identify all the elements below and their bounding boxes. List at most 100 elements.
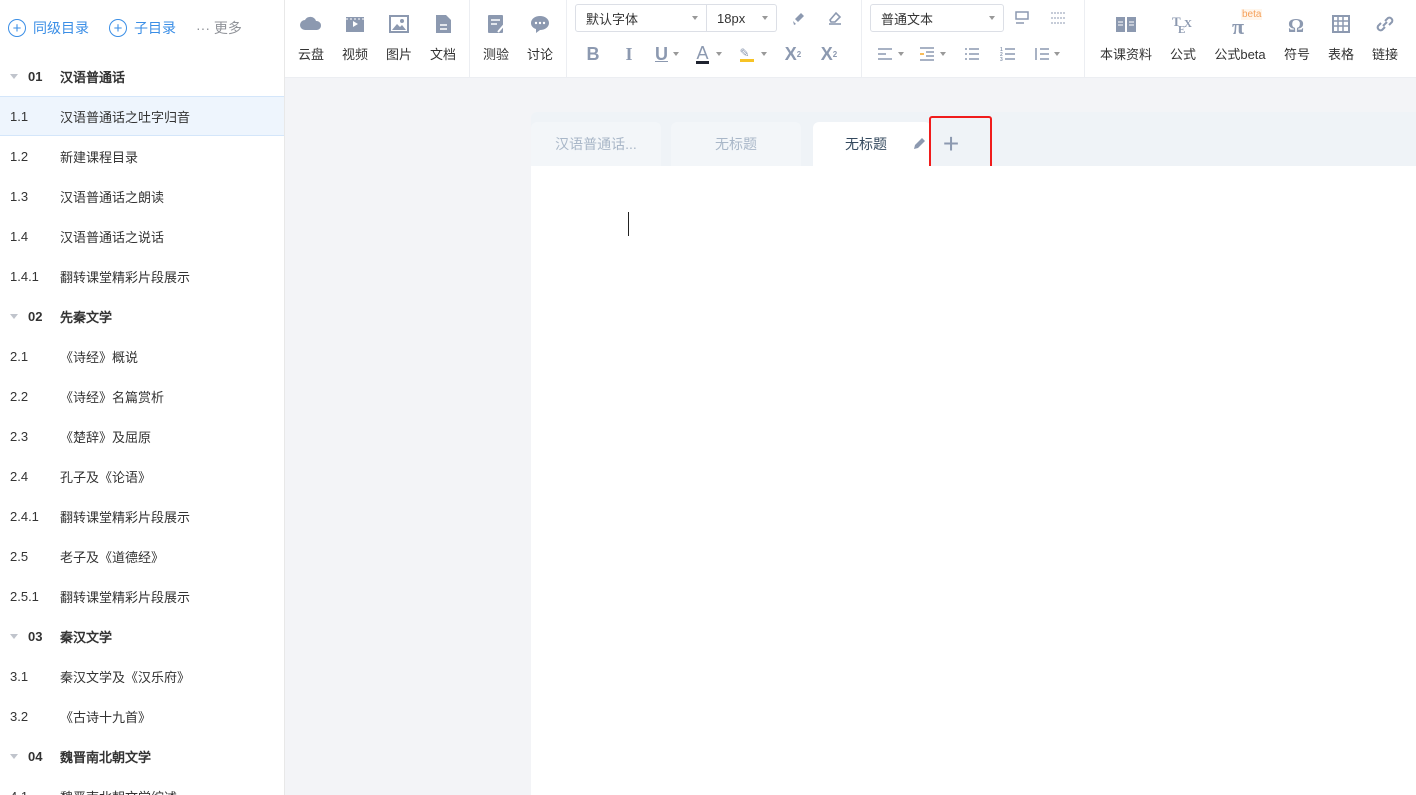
superscript-icon[interactable]: X2 <box>811 42 847 66</box>
page-tab[interactable]: 汉语普通话... <box>531 122 661 166</box>
item-title: 新建课程目录 <box>60 149 139 165</box>
catalog-item[interactable]: 2.4 孔子及《论语》 <box>0 456 284 496</box>
tab-label: 汉语普通话... <box>555 136 637 152</box>
svg-text:Ω: Ω <box>1288 15 1304 36</box>
catalog-item[interactable]: 4.1 魏晋南北朝文学综述 <box>0 776 284 795</box>
book-icon <box>1116 17 1136 32</box>
item-title: 孔子及《论语》 <box>60 469 152 485</box>
item-number: 2.4 <box>0 469 60 484</box>
catalog-item[interactable]: 3.2 《古诗十九首》 <box>0 696 284 736</box>
catalog-item[interactable]: 1.4 汉语普通话之说话 <box>0 216 284 256</box>
item-number-text: 1.3 <box>10 188 29 204</box>
item-title: 翻转课堂精彩片段展示 <box>60 589 191 605</box>
subscript-icon[interactable]: X2 <box>775 42 811 66</box>
sidebar: + 同级目录 + 子目录 ··· 更多 01 汉语普通话 1.1 汉语普通话之吐字归音 1.… <box>0 0 285 795</box>
catalog-item[interactable]: 2.1 《诗经》概说 <box>0 336 284 376</box>
format-painter-icon[interactable] <box>781 6 817 30</box>
indent-icon[interactable] <box>910 42 954 66</box>
document-icon <box>436 15 451 33</box>
collapse-triangle-icon[interactable] <box>10 633 18 639</box>
pencil-icon[interactable] <box>911 136 927 152</box>
pi-button[interactable]: π 公式beta beta <box>1205 0 1275 77</box>
link-button[interactable]: 链接 <box>1363 0 1407 77</box>
omega-icon: Ω <box>1288 15 1304 36</box>
font-family-select[interactable]: 默认字体 <box>575 4 707 32</box>
editor-area: 汉语普通话... 无标题 无标题 + <box>531 112 1416 795</box>
item-title: 汉语普通话之朗读 <box>60 189 165 205</box>
align-icon[interactable] <box>870 42 910 66</box>
numbered-list-icon[interactable]: 123 <box>990 42 1026 66</box>
svg-text:3: 3 <box>1000 57 1003 63</box>
item-title: 翻转课堂精彩片段展示 <box>60 269 191 285</box>
add-child-button[interactable]: + 子目录 <box>109 18 176 38</box>
catalog-item[interactable]: 1.3 汉语普通话之朗读 <box>0 176 284 216</box>
catalog-item[interactable]: 2.3 《楚辞》及屈原 <box>0 416 284 456</box>
chapter-item[interactable]: 03 秦汉文学 <box>0 616 284 656</box>
caret-down-icon <box>1054 52 1060 56</box>
item-title: 《楚辞》及屈原 <box>60 429 152 445</box>
catalog-item[interactable]: 1.4.1 翻转课堂精彩片段展示 <box>0 256 284 296</box>
catalog-item[interactable]: 2.5.1 翻转课堂精彩片段展示 <box>0 576 284 616</box>
line-height-icon[interactable] <box>1026 42 1066 66</box>
page-tab[interactable]: 无标题 <box>671 122 801 166</box>
bullet-list-icon[interactable] <box>954 42 990 66</box>
block-quote-icon[interactable] <box>1004 6 1040 30</box>
table-button[interactable]: 表格 <box>1319 0 1363 77</box>
underline-icon[interactable]: U <box>647 42 687 66</box>
cloud-button[interactable]: 云盘 <box>289 0 333 77</box>
font-color-icon[interactable]: A <box>687 42 731 66</box>
chat-button[interactable]: 讨论 <box>518 0 562 77</box>
font-size-select[interactable]: 18px <box>707 4 777 32</box>
video-button[interactable]: 视频 <box>333 0 377 77</box>
item-number-text: 04 <box>28 748 43 764</box>
editor-content[interactable] <box>531 166 1416 795</box>
catalog-item[interactable]: 1.2 新建课程目录 <box>0 136 284 176</box>
quiz-button[interactable]: 测验 <box>474 0 518 77</box>
catalog-item[interactable]: 3.1 秦汉文学及《汉乐府》 <box>0 656 284 696</box>
item-number: 2.4.1 <box>0 509 60 524</box>
collapse-triangle-icon[interactable] <box>10 313 18 319</box>
highlight-icon[interactable]: ✎ <box>731 42 775 66</box>
chapter-item[interactable]: 01 汉语普通话 <box>0 56 284 96</box>
page-tab[interactable]: 无标题 <box>813 122 931 166</box>
item-number-text: 3.2 <box>10 708 29 724</box>
catalog-item[interactable]: 2.2 《诗经》名篇赏析 <box>0 376 284 416</box>
bold-icon[interactable]: B <box>575 42 611 66</box>
chapter-item[interactable]: 02 先秦文学 <box>0 296 284 336</box>
video-icon <box>346 17 364 32</box>
add-sibling-button[interactable]: + 同级目录 <box>8 18 89 38</box>
item-number-text: 2.5.1 <box>10 588 39 604</box>
catalog-item[interactable]: 2.4.1 翻转课堂精彩片段展示 <box>0 496 284 536</box>
item-number: 01 <box>0 69 60 84</box>
eraser-icon[interactable] <box>817 6 853 30</box>
item-number: 3.2 <box>0 709 60 724</box>
more-button[interactable]: ··· 更多 <box>196 18 242 38</box>
item-number: 2.5.1 <box>0 589 60 604</box>
caret-down-icon <box>692 16 698 20</box>
collapse-triangle-icon[interactable] <box>10 753 18 759</box>
tex-icon: TEX <box>1172 14 1192 36</box>
caret-down-icon <box>989 16 995 20</box>
item-number: 04 <box>0 749 60 764</box>
omega-button[interactable]: Ω 符号 <box>1275 0 1319 77</box>
image-button[interactable]: 图片 <box>377 0 421 77</box>
chat-icon <box>531 16 549 33</box>
tab-label: 无标题 <box>845 136 887 152</box>
catalog-tree: 01 汉语普通话 1.1 汉语普通话之吐字归音 1.2 新建课程目录 1.3 汉语普通话之朗读… <box>0 56 284 795</box>
catalog-item[interactable]: 2.5 老子及《道德经》 <box>0 536 284 576</box>
catalog-item[interactable]: 1.1 汉语普通话之吐字归音 <box>0 96 284 136</box>
chapter-item[interactable]: 04 魏晋南北朝文学 <box>0 736 284 776</box>
item-title: 秦汉文学 <box>60 629 113 645</box>
item-title: 汉语普通话 <box>60 69 126 85</box>
document-button[interactable]: 文档 <box>421 0 465 77</box>
item-number-text: 1.2 <box>10 148 29 164</box>
tex-button[interactable]: T E X 公式 <box>1161 0 1205 77</box>
plus-circle-icon: + <box>8 19 26 37</box>
book-button[interactable]: 本课资料 <box>1091 0 1161 77</box>
quiz-icon <box>488 15 505 33</box>
collapse-triangle-icon[interactable] <box>10 73 18 79</box>
block-style-select[interactable]: 普通文本 <box>870 4 1004 32</box>
horizontal-rule-icon[interactable] <box>1040 6 1076 30</box>
caret-down-icon <box>940 52 946 56</box>
italic-icon[interactable]: I <box>611 42 647 66</box>
